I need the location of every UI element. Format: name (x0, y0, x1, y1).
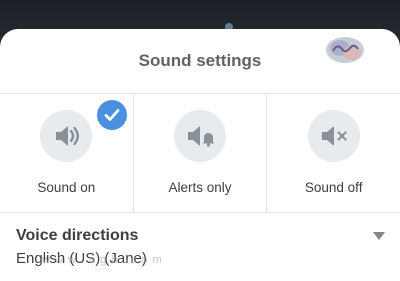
selected-check-icon (96, 100, 127, 130)
option-sound-on[interactable]: Sound on (0, 94, 133, 212)
sound-settings-sheet: Sound settings Sound on Alerts only Soun… (0, 29, 400, 281)
sound-mode-options: Sound on Alerts only Sound off (0, 93, 400, 213)
sound-off-icon-circle (307, 110, 360, 162)
option-label-alerts-only: Alerts only (168, 180, 232, 195)
option-sound-off[interactable]: Sound off (266, 94, 400, 212)
dropdown-arrow-icon[interactable] (373, 232, 385, 240)
voice-directions-selector[interactable]: Voice directions English (US) (Jane) w w… (0, 214, 400, 281)
speaker-alert-icon (188, 126, 215, 147)
watermark-logo-icon (326, 37, 364, 63)
voice-directions-title: Voice directions (16, 227, 139, 244)
speaker-mute-icon (321, 126, 347, 146)
option-label-sound-on: Sound on (37, 180, 96, 195)
alerts-only-icon-circle (174, 110, 226, 162)
watermark-text: w w w . a g h . c o m (42, 254, 163, 266)
sound-on-icon-circle (40, 110, 93, 162)
option-label-sound-off: Sound off (304, 180, 363, 195)
speaker-sound-icon (56, 126, 80, 146)
option-alerts-only[interactable]: Alerts only (132, 94, 267, 212)
